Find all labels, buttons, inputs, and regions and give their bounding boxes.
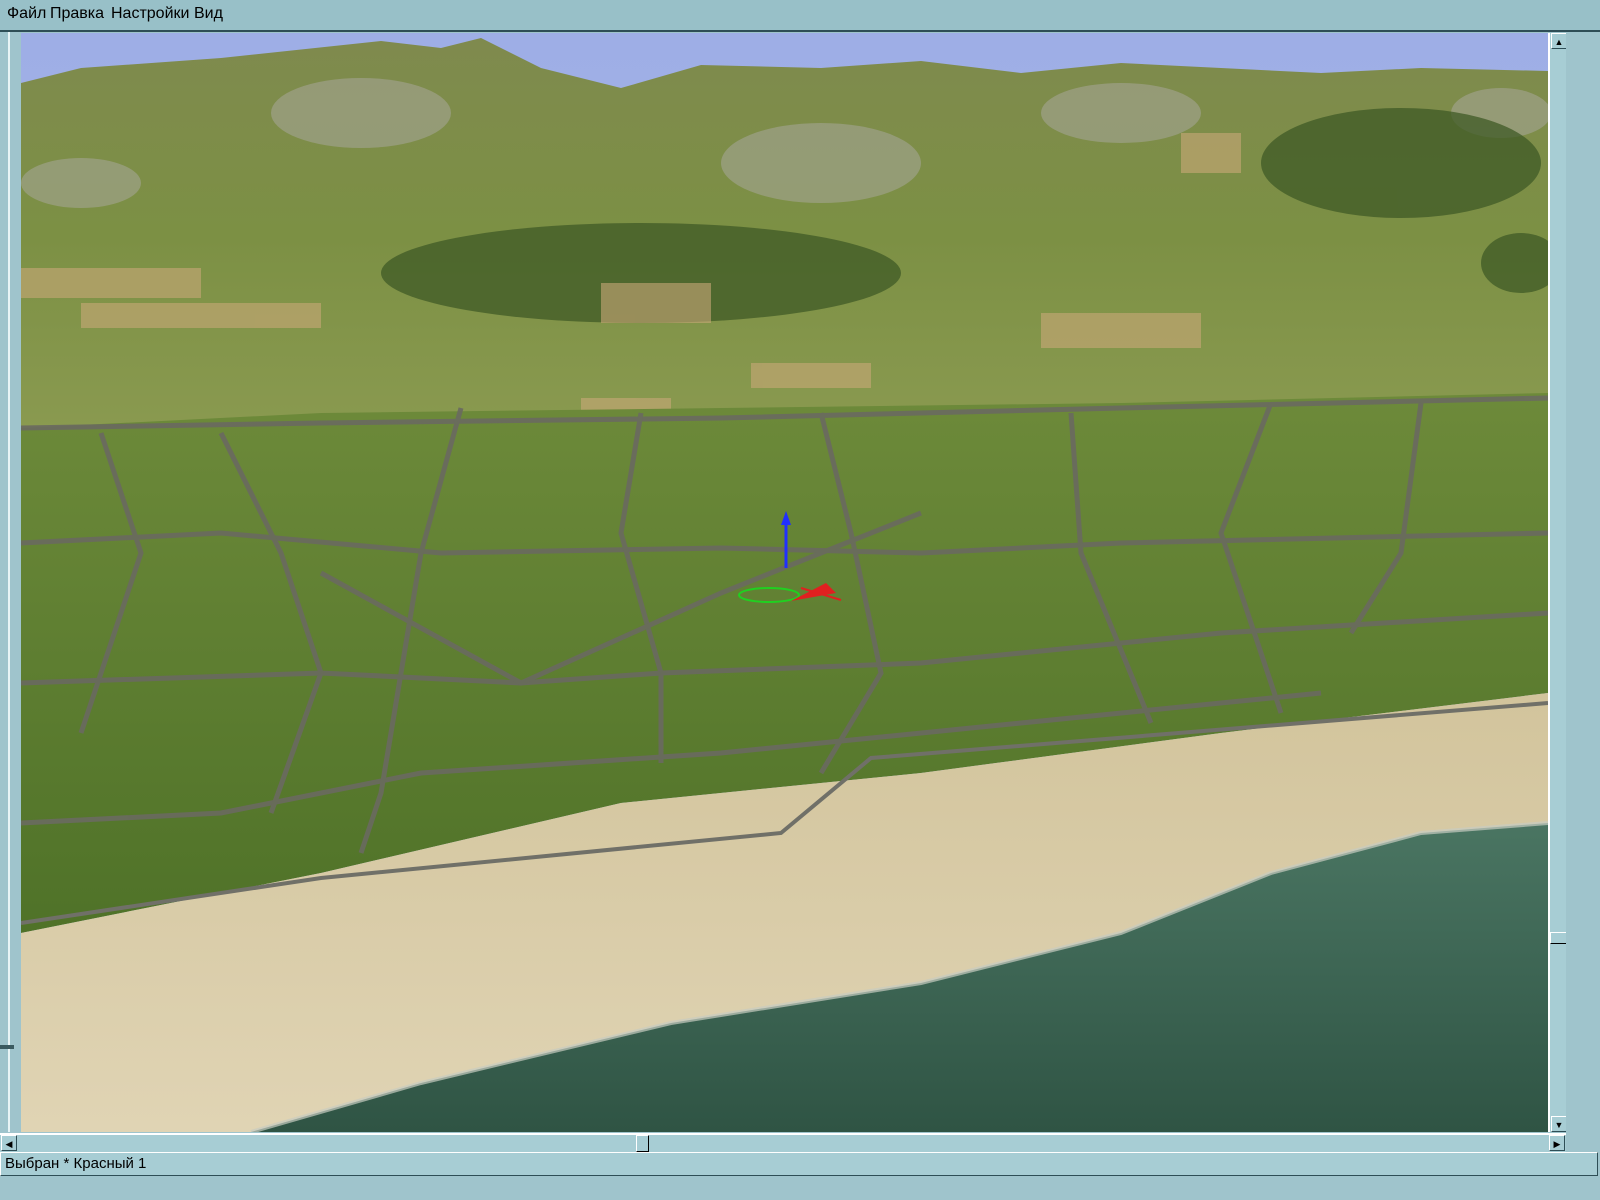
menu-edit[interactable]: Правка [50,5,104,23]
scroll-down-button[interactable]: ▼ [1551,1116,1567,1132]
splitter-handle[interactable] [0,1045,14,1049]
3d-viewport[interactable] [21,33,1548,1132]
menu-file[interactable]: Файл [7,5,46,23]
status-bar: Выбран * Красный 1 [0,1152,1598,1176]
menu-settings[interactable]: Настройки [111,5,189,23]
scroll-left-button[interactable]: ◀ [1,1135,17,1151]
horizontal-scroll-thumb[interactable] [636,1135,649,1152]
scroll-right-button[interactable]: ▶ [1549,1135,1565,1151]
right-frame [1566,33,1600,1153]
horizontal-scrollbar[interactable]: ◀ ▶ [0,1133,1566,1152]
terrain-render [21,33,1548,1132]
splitter-line[interactable] [8,32,10,1132]
scroll-up-button[interactable]: ▲ [1551,33,1567,49]
window-bottom [0,1176,1600,1200]
menu-bar: Файл Правка Настройки Вид [0,0,1600,32]
status-text: Выбран * Красный 1 [5,1155,147,1172]
menu-view[interactable]: Вид [194,5,223,23]
vertical-scrollbar[interactable]: ▲ ▼ [1548,33,1568,1132]
left-panel-edge [0,32,21,1134]
